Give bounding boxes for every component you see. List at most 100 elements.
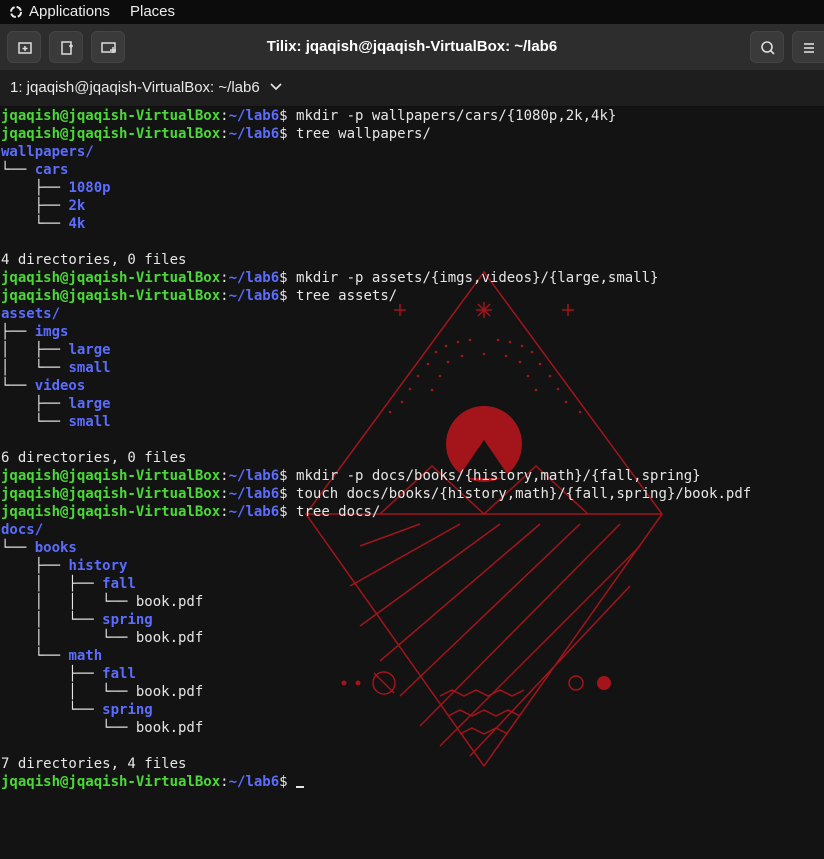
tree-line: │ │ └── book.pdf bbox=[1, 593, 751, 611]
prompt-symbol: $ bbox=[279, 486, 297, 502]
window-titlebar: Tilix: jqaqish@jqaqish-VirtualBox: ~/lab… bbox=[0, 24, 824, 71]
menu-icon bbox=[804, 43, 814, 53]
tree-line: └── math bbox=[1, 647, 751, 665]
prompt-user: jqaqish@jqaqish-VirtualBox bbox=[1, 486, 221, 502]
prompt-user: jqaqish@jqaqish-VirtualBox bbox=[1, 504, 221, 520]
terminal-output[interactable]: jqaqish@jqaqish-VirtualBox:~/lab6$ mkdir… bbox=[0, 106, 824, 859]
tree-line: docs/ bbox=[1, 521, 751, 539]
tree-directory: 2k bbox=[68, 198, 86, 214]
tree-branch: │ └── bbox=[1, 612, 103, 628]
tree-directory: fall bbox=[102, 666, 136, 682]
tree-directory: spring bbox=[102, 702, 153, 718]
prompt-symbol: $ bbox=[279, 504, 297, 520]
tree-directory: docs/ bbox=[1, 522, 44, 538]
places-menu[interactable]: Places bbox=[130, 3, 175, 20]
tree-directory: fall bbox=[102, 576, 136, 592]
tree-file: book.pdf bbox=[135, 720, 204, 736]
tree-line: │ └── spring bbox=[1, 611, 751, 629]
tree-line: ├── history bbox=[1, 557, 751, 575]
tree-branch: └── bbox=[1, 216, 69, 232]
tree-branch: ├── bbox=[1, 558, 69, 574]
command-text: mkdir -p assets/{imgs,videos}/{large,sma… bbox=[296, 270, 659, 286]
tree-line: ├── 2k bbox=[1, 197, 751, 215]
tree-branch: └── bbox=[1, 540, 35, 556]
tree-line: └── spring bbox=[1, 701, 751, 719]
tree-file: book.pdf bbox=[135, 630, 204, 646]
tree-branch: ├── bbox=[1, 324, 35, 340]
tree-directory: books bbox=[34, 540, 77, 556]
tree-branch: │ │ └── bbox=[1, 594, 136, 610]
chevron-down-icon[interactable] bbox=[270, 83, 282, 91]
prompt-user: jqaqish@jqaqish-VirtualBox bbox=[1, 108, 221, 124]
terminal-lines: jqaqish@jqaqish-VirtualBox:~/lab6$ mkdir… bbox=[1, 107, 751, 791]
apps-icon[interactable] bbox=[9, 5, 23, 19]
prompt-line: jqaqish@jqaqish-VirtualBox:~/lab6$ mkdir… bbox=[1, 467, 751, 485]
tree-branch: │ ├── bbox=[1, 576, 103, 592]
tree-line: │ └── small bbox=[1, 359, 751, 377]
tree-branch: ├── bbox=[1, 180, 69, 196]
tree-branch: └── bbox=[1, 414, 69, 430]
prompt-symbol: $ bbox=[279, 108, 297, 124]
prompt-user: jqaqish@jqaqish-VirtualBox bbox=[1, 774, 221, 790]
tree-branch: └── bbox=[1, 162, 35, 178]
tree-line: └── books bbox=[1, 539, 751, 557]
tree-line: └── videos bbox=[1, 377, 751, 395]
prompt-path: ~/lab6 bbox=[228, 468, 280, 484]
prompt-line: jqaqish@jqaqish-VirtualBox:~/lab6$ mkdir… bbox=[1, 107, 751, 125]
tree-line: │ └── book.pdf bbox=[1, 629, 751, 647]
prompt-user: jqaqish@jqaqish-VirtualBox bbox=[1, 270, 221, 286]
tree-directory: spring bbox=[102, 612, 153, 628]
tree-line: │ ├── fall bbox=[1, 575, 751, 593]
command-text: mkdir -p wallpapers/cars/{1080p,2k,4k} bbox=[296, 108, 617, 124]
tree-directory: imgs bbox=[34, 324, 69, 340]
tree-directory: videos bbox=[34, 378, 86, 394]
applications-menu[interactable]: Applications bbox=[29, 3, 110, 20]
window-title: Tilix: jqaqish@jqaqish-VirtualBox: ~/lab… bbox=[266, 38, 558, 55]
prompt-line: jqaqish@jqaqish-VirtualBox:~/lab6$ tree … bbox=[1, 125, 751, 143]
prompt-path: ~/lab6 bbox=[228, 288, 280, 304]
tree-line: └── small bbox=[1, 413, 751, 431]
tree-branch: └── bbox=[1, 378, 35, 394]
prompt-line: jqaqish@jqaqish-VirtualBox:~/lab6$ bbox=[1, 773, 751, 791]
prompt-separator: : bbox=[220, 126, 229, 142]
prompt-path: ~/lab6 bbox=[228, 486, 280, 502]
output-line: 7 directories, 4 files bbox=[1, 755, 751, 773]
tree-branch: └── bbox=[1, 702, 103, 718]
tree-directory: cars bbox=[34, 162, 69, 178]
tree-branch: └── bbox=[1, 648, 69, 664]
output-line: 6 directories, 0 files bbox=[1, 449, 751, 467]
tree-line: assets/ bbox=[1, 305, 751, 323]
menu-button[interactable] bbox=[792, 31, 824, 63]
prompt-path: ~/lab6 bbox=[228, 108, 280, 124]
search-icon bbox=[761, 41, 775, 55]
command-text: mkdir -p docs/books/{history,math}/{fall… bbox=[296, 468, 701, 484]
prompt-line: jqaqish@jqaqish-VirtualBox:~/lab6$ tree … bbox=[1, 503, 751, 521]
tree-branch: ├── bbox=[1, 666, 103, 682]
prompt-separator: : bbox=[220, 108, 229, 124]
tree-branch: ├── bbox=[1, 396, 69, 412]
prompt-user: jqaqish@jqaqish-VirtualBox bbox=[1, 126, 221, 142]
search-button[interactable] bbox=[750, 31, 784, 63]
prompt-separator: : bbox=[220, 288, 229, 304]
tree-branch: │ └── bbox=[1, 684, 136, 700]
output-line: 4 directories, 0 files bbox=[1, 251, 751, 269]
prompt-separator: : bbox=[220, 504, 229, 520]
tree-line: │ └── book.pdf bbox=[1, 683, 751, 701]
tree-line: wallpapers/ bbox=[1, 143, 751, 161]
tree-directory: 1080p bbox=[68, 180, 111, 196]
prompt-path: ~/lab6 bbox=[228, 270, 280, 286]
terminal-cursor bbox=[296, 786, 305, 788]
command-text: tree assets/ bbox=[296, 288, 398, 304]
tree-line: └── 4k bbox=[1, 215, 751, 233]
tree-line: └── book.pdf bbox=[1, 719, 751, 737]
tree-line: │ ├── large bbox=[1, 341, 751, 359]
tree-branch: ├── bbox=[1, 198, 69, 214]
terminal-tab-label[interactable]: 1: jqaqish@jqaqish-VirtualBox: ~/lab6 bbox=[10, 79, 260, 96]
command-text: tree wallpapers/ bbox=[296, 126, 431, 142]
prompt-path: ~/lab6 bbox=[228, 774, 280, 790]
output-text: 6 directories, 0 files bbox=[1, 450, 187, 466]
prompt-symbol: $ bbox=[279, 288, 297, 304]
tree-line: ├── fall bbox=[1, 665, 751, 683]
output-text: 4 directories, 0 files bbox=[1, 252, 187, 268]
